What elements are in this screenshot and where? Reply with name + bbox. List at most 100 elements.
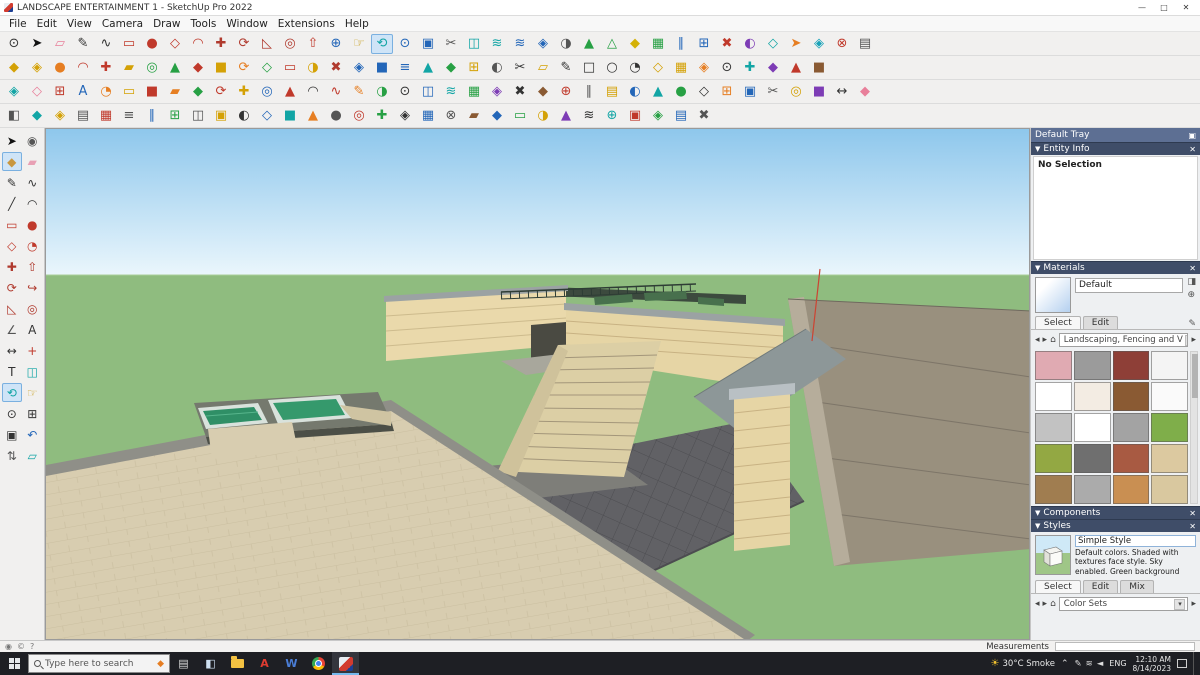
toolbar-icon[interactable]: ◆ bbox=[187, 82, 209, 102]
material-swatch[interactable] bbox=[1112, 413, 1150, 442]
material-swatch[interactable] bbox=[1073, 475, 1111, 504]
file-explorer-icon[interactable] bbox=[224, 652, 251, 675]
toolbar-icon[interactable]: ⊞ bbox=[693, 34, 715, 54]
toolbar-icon[interactable]: ◈ bbox=[808, 34, 830, 54]
display-pane-icon[interactable]: ◨ bbox=[1187, 277, 1196, 287]
toolbar-icon[interactable]: ▣ bbox=[210, 106, 232, 126]
geolocation-icon[interactable]: ◉ bbox=[5, 642, 12, 651]
toolbar-icon[interactable]: ▤ bbox=[72, 106, 94, 126]
material-swatch[interactable] bbox=[1035, 413, 1072, 442]
toolbar-icon[interactable]: ▭ bbox=[279, 58, 301, 78]
toolbar-icon[interactable]: ∥ bbox=[670, 34, 692, 54]
materials-scrollbar[interactable] bbox=[1190, 351, 1198, 504]
toolbar-icon[interactable]: ◔ bbox=[624, 58, 646, 78]
material-swatch[interactable] bbox=[1112, 475, 1150, 504]
taskbar-search-input[interactable]: Type here to search ◆ bbox=[28, 654, 170, 673]
toolbar-icon[interactable]: ◆ bbox=[486, 106, 508, 126]
details-icon[interactable]: ▸ bbox=[1191, 335, 1196, 345]
toolbar-icon[interactable]: ◈ bbox=[532, 34, 554, 54]
toolbar-icon[interactable]: ◠ bbox=[302, 82, 324, 102]
toolbar-icon[interactable]: ▦ bbox=[670, 58, 692, 78]
toolbar-icon[interactable]: ◇ bbox=[693, 82, 715, 102]
toolbar-icon[interactable]: ⊕ bbox=[325, 34, 347, 54]
toolbar-icon[interactable]: ∥ bbox=[578, 82, 600, 102]
material-swatch[interactable] bbox=[1073, 351, 1111, 380]
back-arrow-icon[interactable]: ◂ bbox=[1035, 335, 1040, 345]
toolbar-icon[interactable]: ◇ bbox=[256, 106, 278, 126]
toolbar-icon[interactable]: ■ bbox=[371, 58, 393, 78]
menu-window[interactable]: Window bbox=[221, 18, 272, 30]
toolbar-icon[interactable]: ▤ bbox=[670, 106, 692, 126]
toolbar-icon[interactable]: ≡ bbox=[394, 58, 416, 78]
network-icon[interactable]: ≋ bbox=[1086, 659, 1093, 669]
toolbar-icon[interactable]: ✚ bbox=[371, 106, 393, 126]
3d-viewport[interactable] bbox=[45, 128, 1030, 640]
toolbar-icon[interactable]: ▲ bbox=[279, 82, 301, 102]
toolbar-icon[interactable]: ▲ bbox=[647, 82, 669, 102]
follow-me-icon[interactable]: ↪ bbox=[23, 278, 43, 297]
toolbar-icon[interactable]: ▰ bbox=[118, 58, 140, 78]
toolbar-icon[interactable]: ✖ bbox=[693, 106, 715, 126]
toolbar-icon[interactable]: □ bbox=[578, 58, 600, 78]
toolbar-icon[interactable]: ◫ bbox=[463, 34, 485, 54]
toolbar-icon[interactable]: ✂ bbox=[509, 58, 531, 78]
show-hidden-icons-icon[interactable]: ⌃ bbox=[1061, 659, 1069, 669]
home-icon[interactable]: ⌂ bbox=[1050, 335, 1056, 345]
clock[interactable]: 12:10 AM 8/14/2023 bbox=[1133, 655, 1171, 673]
material-swatch[interactable] bbox=[1112, 351, 1150, 380]
material-swatch[interactable] bbox=[1151, 475, 1188, 504]
toolbar-icon[interactable]: ▲ bbox=[785, 58, 807, 78]
polygon-icon[interactable]: ◇ bbox=[164, 34, 186, 54]
language-indicator[interactable]: ENG bbox=[1109, 659, 1126, 668]
eraser-icon[interactable]: ▰ bbox=[23, 152, 43, 171]
toolbar-icon[interactable]: ≡ bbox=[118, 106, 140, 126]
forward-arrow-icon[interactable]: ▸ bbox=[1043, 599, 1048, 609]
materials-close-icon[interactable]: ✕ bbox=[1189, 264, 1196, 273]
toolbar-icon[interactable]: ○ bbox=[601, 58, 623, 78]
toolbar-icon[interactable]: ▦ bbox=[647, 34, 669, 54]
toolbar-icon[interactable]: ⊞ bbox=[164, 106, 186, 126]
orbit-icon[interactable]: ⟲ bbox=[371, 33, 393, 54]
previous-view-icon[interactable]: ↶ bbox=[23, 425, 43, 444]
toolbar-icon[interactable]: ◆ bbox=[26, 106, 48, 126]
arc-icon[interactable]: ◠ bbox=[23, 194, 43, 213]
eraser-icon[interactable]: ▱ bbox=[49, 34, 71, 54]
toolbar-icon[interactable]: ◎ bbox=[141, 58, 163, 78]
axes-icon[interactable]: + bbox=[23, 341, 43, 360]
start-button[interactable] bbox=[0, 652, 28, 675]
styles-close-icon[interactable]: ✕ bbox=[1189, 522, 1196, 531]
toolbar-icon[interactable]: ◇ bbox=[647, 58, 669, 78]
push-pull-icon[interactable]: ⇧ bbox=[23, 257, 43, 276]
section-icon[interactable]: ✂ bbox=[440, 34, 462, 54]
toolbar-icon[interactable]: ◫ bbox=[187, 106, 209, 126]
arc-icon[interactable]: ◠ bbox=[187, 34, 209, 54]
toolbar-icon[interactable]: ≋ bbox=[578, 106, 600, 126]
toolbar-icon[interactable]: ◐ bbox=[233, 106, 255, 126]
material-swatch[interactable] bbox=[1073, 444, 1111, 473]
toolbar-icon[interactable]: ▤ bbox=[854, 34, 876, 54]
rotate-icon[interactable]: ⟳ bbox=[233, 34, 255, 54]
pen-icon[interactable]: ✎ bbox=[1074, 659, 1081, 669]
zoom-icon[interactable]: ⊙ bbox=[2, 404, 22, 423]
show-desktop-button[interactable] bbox=[1193, 652, 1197, 675]
toolbar-icon[interactable]: ◇ bbox=[256, 58, 278, 78]
toolbar-icon[interactable]: ■ bbox=[141, 82, 163, 102]
weather-widget[interactable]: ☀ 30°C Smoke bbox=[991, 658, 1055, 669]
paint-bucket-icon[interactable]: ◆ bbox=[2, 152, 22, 171]
freehand-icon[interactable]: ∿ bbox=[23, 173, 43, 192]
pan-icon[interactable]: ☞ bbox=[23, 383, 43, 402]
toolbar-icon[interactable]: ■ bbox=[279, 106, 301, 126]
toolbar-icon[interactable]: ◆ bbox=[854, 82, 876, 102]
materials-category-dropdown[interactable]: Landscaping, Fencing and V ▾ bbox=[1058, 333, 1189, 347]
polygon-icon[interactable]: ◇ bbox=[2, 236, 22, 255]
toolbar-icon[interactable]: ▰ bbox=[463, 106, 485, 126]
menu-tools[interactable]: Tools bbox=[186, 18, 222, 30]
toolbar-icon[interactable]: ▦ bbox=[417, 106, 439, 126]
toolbar-icon[interactable]: ⊕ bbox=[601, 106, 623, 126]
toolbar-icon[interactable]: ✚ bbox=[233, 82, 255, 102]
toolbar-icon[interactable]: ⊕ bbox=[555, 82, 577, 102]
pan-icon[interactable]: ☞ bbox=[348, 34, 370, 54]
sample-paint-icon[interactable]: ✎ bbox=[1188, 319, 1196, 329]
word-icon[interactable]: W bbox=[278, 652, 305, 675]
toolbar-icon[interactable]: ◠ bbox=[72, 58, 94, 78]
